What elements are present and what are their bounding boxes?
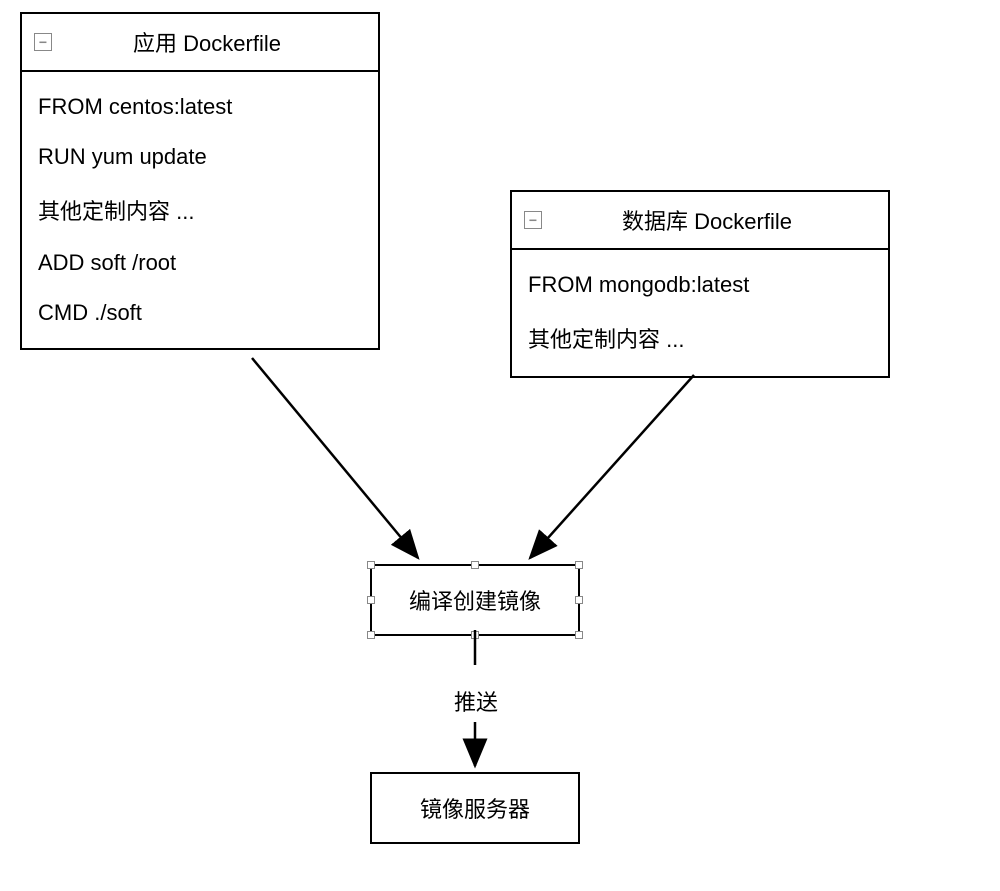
compile-label: 编译创建镜像 [409, 589, 541, 614]
compile-create-image-box: 编译创建镜像 [370, 564, 580, 636]
dockerfile-line: RUN yum update [38, 132, 362, 182]
dockerfile-db-title: 数据库 Dockerfile [538, 204, 876, 236]
server-label: 镜像服务器 [420, 797, 530, 822]
push-label: 推送 [454, 685, 498, 717]
selection-handle[interactable] [367, 631, 375, 639]
selection-handle[interactable] [367, 561, 375, 569]
dockerfile-line: FROM centos:latest [38, 82, 362, 132]
dockerfile-db-header: − 数据库 Dockerfile [512, 192, 888, 250]
dockerfile-line: FROM mongodb:latest [528, 260, 872, 310]
dockerfile-line: 其他定制内容 ... [528, 310, 872, 366]
selection-handle[interactable] [471, 561, 479, 569]
selection-handle[interactable] [367, 596, 375, 604]
selection-handle[interactable] [575, 631, 583, 639]
dockerfile-app-header: − 应用 Dockerfile [22, 14, 378, 72]
selection-handle[interactable] [575, 561, 583, 569]
selection-handle[interactable] [575, 596, 583, 604]
dockerfile-db-box: − 数据库 Dockerfile FROM mongodb:latest 其他定… [510, 190, 890, 378]
dockerfile-app-title: 应用 Dockerfile [48, 26, 366, 58]
image-server-box: 镜像服务器 [370, 772, 580, 844]
dockerfile-app-box: − 应用 Dockerfile FROM centos:latest RUN y… [20, 12, 380, 350]
dockerfile-db-body: FROM mongodb:latest 其他定制内容 ... [512, 250, 888, 376]
selection-handle[interactable] [471, 631, 479, 639]
dockerfile-line: CMD ./soft [38, 288, 362, 338]
dockerfile-app-body: FROM centos:latest RUN yum update 其他定制内容… [22, 72, 378, 348]
dockerfile-line: ADD soft /root [38, 238, 362, 288]
dockerfile-line: 其他定制内容 ... [38, 182, 362, 238]
